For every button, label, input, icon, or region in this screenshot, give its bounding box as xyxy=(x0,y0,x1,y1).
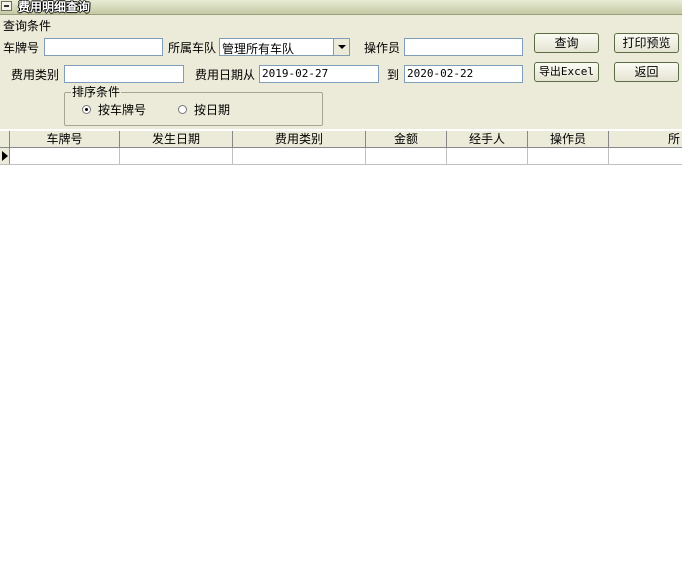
column-header-amount[interactable]: 金额 xyxy=(366,131,447,148)
cell-operator[interactable] xyxy=(528,148,609,164)
sort-by-date-radio[interactable] xyxy=(178,105,187,114)
fee-type-input[interactable] xyxy=(64,65,184,83)
column-header-handler[interactable]: 经手人 xyxy=(447,131,528,148)
search-button[interactable]: 查询 xyxy=(534,33,599,53)
date-to-input[interactable]: 2020-02-22 xyxy=(404,65,523,83)
data-grid[interactable]: 车牌号 发生日期 费用类别 金额 经手人 操作员 所 xyxy=(0,130,682,578)
operator-input[interactable] xyxy=(404,38,523,56)
operator-label: 操作员 xyxy=(364,41,401,55)
cell-plate[interactable] xyxy=(10,148,120,164)
fleet-select-value: 管理所有车队 xyxy=(222,42,295,56)
column-header-date[interactable]: 发生日期 xyxy=(120,131,233,148)
table-row[interactable] xyxy=(0,148,682,165)
plate-input[interactable] xyxy=(44,38,163,56)
cell-handler[interactable] xyxy=(447,148,528,164)
title-bar: 费用明细查询 xyxy=(0,0,682,15)
plate-label: 车牌号 xyxy=(3,41,40,55)
date-from-input[interactable]: 2019-02-27 xyxy=(259,65,379,83)
cell-amount[interactable] xyxy=(366,148,447,164)
sort-by-date-label[interactable]: 按日期 xyxy=(194,103,230,117)
window-title: 费用明细查询 xyxy=(18,0,91,14)
export-excel-button[interactable]: 导出Excel xyxy=(534,62,599,82)
query-group-title: 查询条件 xyxy=(3,19,52,33)
cell-date[interactable] xyxy=(120,148,233,164)
fleet-select[interactable]: 管理所有车队 xyxy=(219,38,350,56)
current-row-pointer-icon xyxy=(2,151,8,161)
sort-group-title: 排序条件 xyxy=(71,85,122,99)
column-header-operator[interactable]: 操作员 xyxy=(528,131,609,148)
print-preview-button[interactable]: 打印预览 xyxy=(614,33,679,53)
cell-fee-type[interactable] xyxy=(233,148,366,164)
date-from-label: 费用日期从 xyxy=(195,68,256,82)
sort-group: 排序条件 按车牌号 按日期 xyxy=(64,85,323,126)
row-indicator xyxy=(0,148,10,164)
chevron-down-icon[interactable] xyxy=(333,39,349,55)
fee-type-label: 费用类别 xyxy=(11,68,60,82)
grid-header: 车牌号 发生日期 费用类别 金额 经手人 操作员 所 xyxy=(0,130,682,148)
fleet-label: 所属车队 xyxy=(168,41,217,55)
column-header-plate[interactable]: 车牌号 xyxy=(10,131,120,148)
date-to-label: 到 xyxy=(387,68,400,82)
grid-header-corner xyxy=(0,131,10,148)
back-button[interactable]: 返回 xyxy=(614,62,679,82)
cell-fleet[interactable] xyxy=(609,148,682,164)
column-header-fleet[interactable]: 所 xyxy=(609,131,682,148)
sort-by-plate-radio[interactable] xyxy=(82,105,91,114)
system-menu-icon[interactable] xyxy=(1,1,12,11)
sort-by-plate-label[interactable]: 按车牌号 xyxy=(98,103,146,117)
column-header-fee-type[interactable]: 费用类别 xyxy=(233,131,366,148)
